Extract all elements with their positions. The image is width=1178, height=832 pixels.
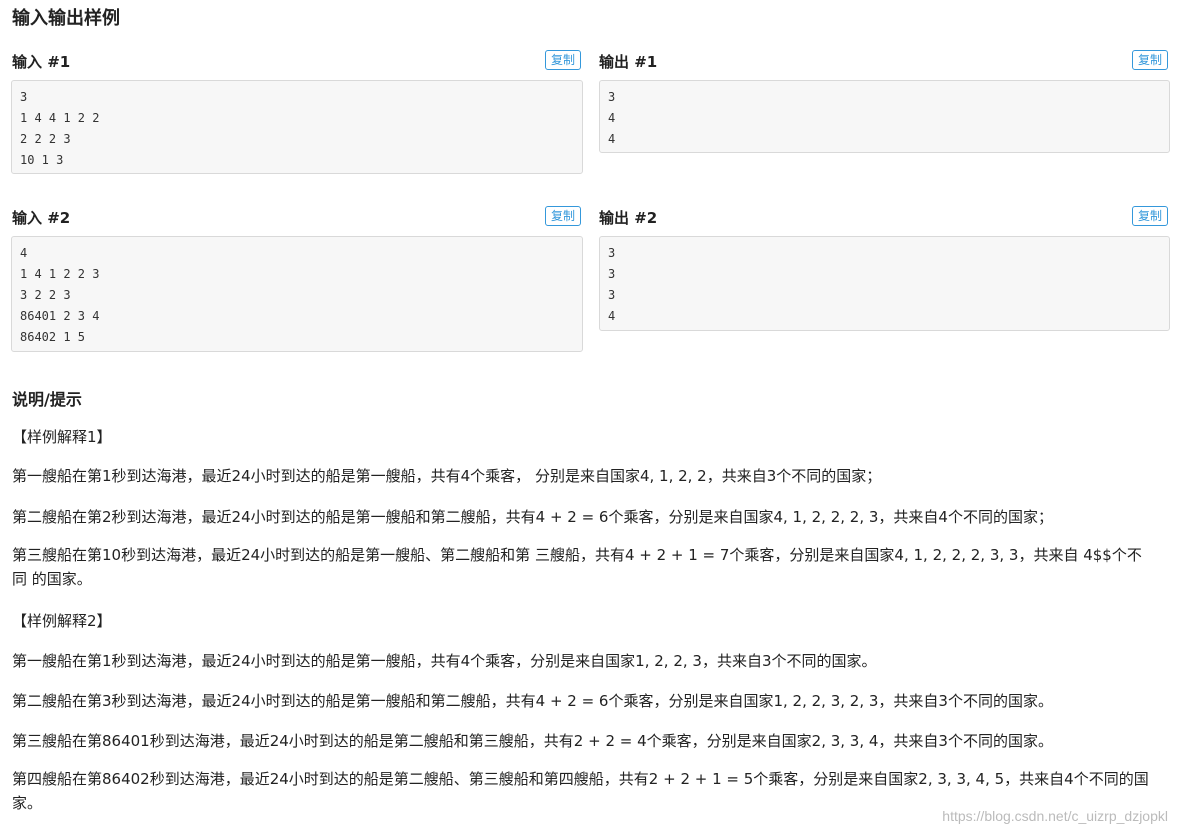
explain-2-line-3: 第三艘船在第86401秒到达海港，最近24小时到达的船是第二艘船和第三艘船，共有… <box>12 732 1053 750</box>
copy-input-2-button[interactable]: 复制 <box>545 206 582 226</box>
input-1-code: 3 1 4 4 1 2 2 2 2 2 3 10 1 3 <box>11 80 583 174</box>
explain-2-title: 【样例解释2】 <box>12 612 112 630</box>
watermark: https://blog.csdn.net/c_uizrp_dzjopkl <box>942 808 1168 824</box>
input-2-label: 输入 #2 <box>12 209 71 227</box>
copy-input-1-button[interactable]: 复制 <box>545 50 582 70</box>
copy-output-2-button[interactable]: 复制 <box>1132 206 1169 226</box>
input-2-code: 4 1 4 1 2 2 3 3 2 2 3 86401 2 3 4 86402 … <box>11 236 583 352</box>
output-2-label: 输出 #2 <box>599 209 658 227</box>
explain-2-line-2: 第二艘船在第3秒到达海港，最近24小时到达的船是第一艘船和第二艘船，共有4 + … <box>12 692 1053 710</box>
output-1-label: 输出 #1 <box>599 53 658 71</box>
explain-1-title: 【样例解释1】 <box>12 428 112 446</box>
explain-2-line-1: 第一艘船在第1秒到达海港，最近24小时到达的船是第一艘船，共有4个乘客，分别是来… <box>12 652 877 670</box>
output-1-code: 3 4 4 <box>599 80 1170 153</box>
copy-output-1-button[interactable]: 复制 <box>1132 50 1169 70</box>
input-1-label: 输入 #1 <box>12 53 71 71</box>
section-title: 输入输出样例 <box>12 8 120 29</box>
output-2-code: 3 3 3 4 <box>599 236 1170 331</box>
explain-1-line-1: 第一艘船在第1秒到达海港，最近24小时到达的船是第一艘船，共有4个乘客， 分别是… <box>12 467 882 485</box>
explain-1-line-3: 第三艘船在第10秒到达海港，最近24小时到达的船是第一艘船、第二艘船和第 三艘船… <box>12 546 1142 588</box>
hint-title: 说明/提示 <box>12 390 82 409</box>
explain-1-line-2: 第二艘船在第2秒到达海港，最近24小时到达的船是第一艘船和第二艘船，共有4 + … <box>12 508 1053 526</box>
